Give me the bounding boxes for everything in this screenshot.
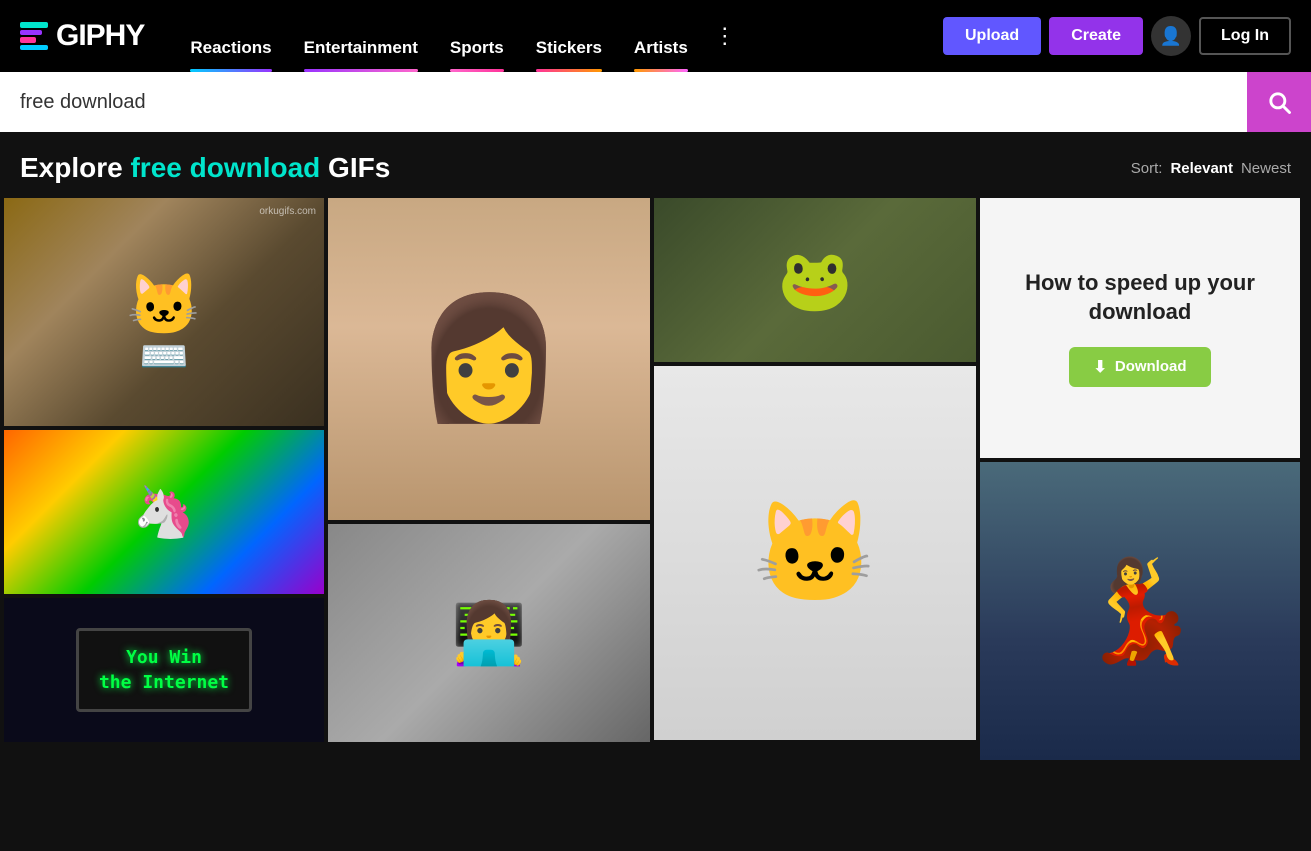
gif-item[interactable]: orkugifs.com: [4, 198, 324, 426]
gif-item[interactable]: [4, 430, 324, 594]
gif-col-2: [328, 198, 650, 760]
rainbow-image: [4, 430, 324, 594]
logo-icon: [20, 22, 48, 50]
nav-stickers[interactable]: Stickers: [520, 0, 618, 72]
rihanna-image: [980, 462, 1300, 760]
gif-item[interactable]: [980, 462, 1300, 760]
gif-col-4: How to speed up your download Download: [980, 198, 1300, 760]
sort-label: Sort:: [1131, 160, 1163, 177]
gif-item[interactable]: [654, 366, 976, 740]
search-button[interactable]: [1247, 72, 1311, 132]
artists-underline: [634, 69, 688, 72]
search-input[interactable]: [0, 72, 1247, 132]
stickers-underline: [536, 69, 602, 72]
search-bar: [0, 72, 1311, 132]
entertainment-underline: [304, 69, 418, 72]
login-button[interactable]: Log In: [1199, 17, 1291, 55]
logo[interactable]: GIPHY: [20, 19, 144, 53]
gif-item[interactable]: [328, 524, 650, 742]
gif-grid: orkugifs.com You Winthe Internet: [0, 198, 1311, 764]
sports-underline: [450, 69, 504, 72]
nav-sports[interactable]: Sports: [434, 0, 520, 72]
create-button[interactable]: Create: [1049, 17, 1143, 55]
header-actions: Upload Create 👤 Log In: [943, 16, 1291, 56]
gif-col-3: [654, 198, 976, 760]
search-icon: [1265, 88, 1293, 116]
you-win-image: You Winthe Internet: [4, 598, 324, 742]
gif-item[interactable]: [328, 198, 650, 520]
reactions-underline: [190, 69, 271, 72]
gif-item[interactable]: You Winthe Internet: [4, 598, 324, 742]
user-icon-button[interactable]: 👤: [1151, 16, 1191, 56]
ad-title: How to speed up your download: [1000, 269, 1280, 326]
sort-relevant[interactable]: Relevant: [1170, 160, 1233, 177]
kermit-image: [654, 198, 976, 362]
main-nav: Reactions Entertainment Sports Stickers …: [174, 0, 933, 72]
nav-entertainment[interactable]: Entertainment: [288, 0, 434, 72]
upload-button[interactable]: Upload: [943, 17, 1041, 55]
nav-artists[interactable]: Artists: [618, 0, 704, 72]
explore-title: Explore free download GIFs: [20, 152, 390, 184]
explore-prefix: Explore: [20, 152, 130, 183]
gif-ad-item[interactable]: How to speed up your download Download: [980, 198, 1300, 458]
nav-reactions[interactable]: Reactions: [174, 0, 287, 72]
header: GIPHY Reactions Entertainment Sports Sti…: [0, 0, 1311, 72]
sort-controls: Sort: Relevant Newest: [1131, 160, 1291, 177]
gif-col-1: orkugifs.com You Winthe Internet: [4, 198, 324, 760]
explore-keyword: free download: [130, 152, 320, 183]
you-win-text: You Winthe Internet: [99, 645, 229, 695]
explore-suffix: GIFs: [320, 152, 390, 183]
watermark: orkugifs.com: [259, 206, 316, 217]
ad-image: How to speed up your download Download: [980, 198, 1300, 458]
sort-newest[interactable]: Newest: [1241, 160, 1291, 177]
explore-heading-area: Explore free download GIFs Sort: Relevan…: [0, 132, 1311, 198]
computer-girl-image: [328, 524, 650, 742]
logo-text: GIPHY: [56, 19, 144, 53]
woman-image: [328, 198, 650, 520]
cat-typing-image: orkugifs.com: [4, 198, 324, 426]
nav-more-button[interactable]: ⋮: [704, 0, 746, 72]
cat-arms-image: [654, 366, 976, 740]
gif-item[interactable]: [654, 198, 976, 362]
ad-download-button[interactable]: Download: [1069, 347, 1210, 387]
user-icon: 👤: [1160, 26, 1182, 47]
